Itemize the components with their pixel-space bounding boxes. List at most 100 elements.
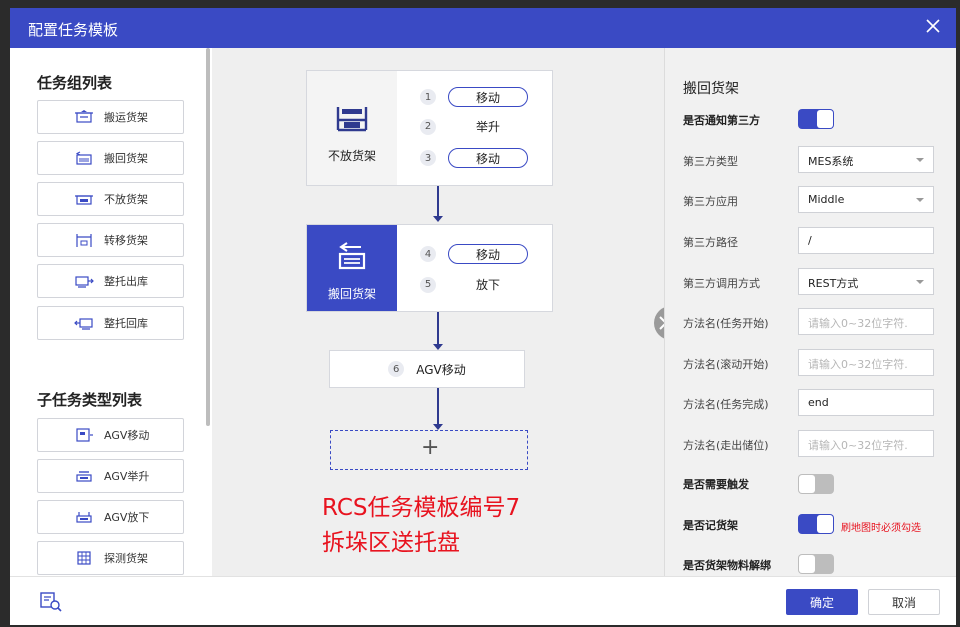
task-group-title: 任务组列表 xyxy=(37,74,113,92)
select-value: MES系统 xyxy=(808,155,854,168)
confirm-button[interactable]: 确定 xyxy=(786,589,858,615)
close-icon[interactable] xyxy=(924,17,942,35)
panel-title: 搬回货架 xyxy=(683,81,739,97)
select-value: Middle xyxy=(808,193,845,206)
field-label: 方法名(滚动开始) xyxy=(683,358,769,371)
annotation-line-2: 拆垛区送托盘 xyxy=(322,530,460,556)
toggle-knob xyxy=(799,555,815,573)
cancel-button[interactable]: 取消 xyxy=(868,589,940,615)
field-label: 方法名(任务开始) xyxy=(683,317,769,330)
properties-panel: 搬回货架 是否通知第三方 第三方类型 MES系统 第三方应用 Middle 第三… xyxy=(664,48,956,576)
group-button-transfer-shelf[interactable]: 转移货架 xyxy=(37,223,184,257)
record-shelf-toggle[interactable] xyxy=(798,514,834,534)
step-number: 4 xyxy=(420,246,436,262)
step-number: 3 xyxy=(420,150,436,166)
flow-connector xyxy=(437,312,439,344)
subtask-label: AGV放下 xyxy=(104,511,150,524)
pallet-out-icon xyxy=(75,276,94,288)
group-button-return-shelf[interactable]: 搬回货架 xyxy=(37,141,184,175)
subtask-button-agv-lift[interactable]: AGV举升 xyxy=(37,459,184,493)
subtask-button-agv-move[interactable]: AGV移动 xyxy=(37,418,184,452)
field-label: 第三方路径 xyxy=(683,236,738,249)
group-label: 不放货架 xyxy=(104,193,148,206)
flow-canvas: 不放货架 1 移动 2 举升 3 移动 搬回货架 4 移动 5 放下 6 AGV… xyxy=(212,48,664,576)
method-task-complete-input[interactable]: end xyxy=(798,389,934,416)
group-button-move-shelf[interactable]: 搬运货架 xyxy=(37,100,184,134)
left-panel: 任务组列表 搬运货架 搬回货架 不放货架 转移货架 整托出库 整托回库 子任务类… xyxy=(10,48,210,576)
method-task-start-input[interactable]: 请输入0~32位字符. xyxy=(798,308,934,335)
group-label: 转移货架 xyxy=(104,234,148,247)
flow-node-return-shelf[interactable]: 搬回货架 4 移动 5 放下 xyxy=(306,224,553,312)
input-placeholder: 请输入0~32位字符. xyxy=(808,358,908,371)
field-label: 第三方调用方式 xyxy=(683,277,760,290)
field-label: 方法名(任务完成) xyxy=(683,398,769,411)
step-pill[interactable]: 移动 xyxy=(448,87,528,107)
input-placeholder: 请输入0~32位字符. xyxy=(808,317,908,330)
toggle-knob xyxy=(817,110,833,128)
plus-icon: + xyxy=(421,435,440,460)
step-pill[interactable]: 移动 xyxy=(448,244,528,264)
toggle-knob xyxy=(799,475,815,493)
dropdown-caret-icon xyxy=(916,280,924,284)
shelf-return-icon xyxy=(75,151,92,165)
subtask-button-agv-drop[interactable]: AGV放下 xyxy=(37,500,184,534)
method-leave-location-input[interactable]: 请输入0~32位字符. xyxy=(798,430,934,457)
flow-step-1[interactable]: 1 移动 xyxy=(420,87,528,107)
subtask-label: 探测货架 xyxy=(104,552,148,565)
flow-step-3[interactable]: 3 移动 xyxy=(420,148,528,168)
left-scrollbar[interactable] xyxy=(206,48,210,426)
node-header: 不放货架 xyxy=(307,71,397,185)
third-party-call-method-select[interactable]: REST方式 xyxy=(798,268,934,295)
group-label: 整托出库 xyxy=(104,275,148,288)
method-scroll-start-input[interactable]: 请输入0~32位字符. xyxy=(798,349,934,376)
unbind-material-label: 是否货架物料解绑 xyxy=(683,559,771,572)
arrow-down-icon xyxy=(433,216,443,222)
notify-third-party-toggle[interactable] xyxy=(798,109,834,129)
node-label: AGV移动 xyxy=(416,362,466,377)
step-label: 举升 xyxy=(475,120,500,134)
notify-third-party-label: 是否通知第三方 xyxy=(683,114,760,127)
shelf-transfer-icon xyxy=(76,234,92,247)
third-party-type-select[interactable]: MES系统 xyxy=(798,146,934,173)
shelf-move-icon xyxy=(75,110,93,123)
shelf-detect-icon xyxy=(77,551,91,565)
step-number: 5 xyxy=(420,276,436,293)
field-label: 第三方应用 xyxy=(683,195,738,208)
subtask-button-shelf-detect[interactable]: 探测货架 xyxy=(37,541,184,575)
need-trigger-toggle[interactable] xyxy=(798,474,834,494)
group-button-keep-shelf[interactable]: 不放货架 xyxy=(37,182,184,216)
agv-drop-icon xyxy=(76,512,92,523)
node-header-active: 搬回货架 xyxy=(307,225,397,311)
shelf-return-icon xyxy=(338,242,366,270)
group-label: 搬回货架 xyxy=(104,152,148,165)
field-label: 方法名(走出储位) xyxy=(683,439,769,452)
flow-node-keep-shelf[interactable]: 不放货架 1 移动 2 举升 3 移动 xyxy=(306,70,553,186)
need-trigger-label: 是否需要触发 xyxy=(683,478,749,491)
shelf-keep-icon xyxy=(336,107,368,132)
record-shelf-label: 是否记货架 xyxy=(683,519,738,532)
record-shelf-note: 刷地图时必须勾选 xyxy=(841,523,921,534)
group-label: 整托回库 xyxy=(104,317,148,330)
subtask-label: AGV移动 xyxy=(104,429,150,442)
step-number: 2 xyxy=(420,118,436,135)
step-label: 放下 xyxy=(475,278,500,292)
dropdown-caret-icon xyxy=(916,198,924,202)
group-button-pallet-in[interactable]: 整托回库 xyxy=(37,306,184,340)
third-party-path-input[interactable]: / xyxy=(798,227,934,254)
input-value: end xyxy=(808,396,829,409)
flow-step-5[interactable]: 5 放下 xyxy=(420,276,528,293)
flow-node-agv-move[interactable]: 6 AGV移动 xyxy=(329,350,525,388)
third-party-app-select[interactable]: Middle xyxy=(798,186,934,213)
group-button-pallet-out[interactable]: 整托出库 xyxy=(37,264,184,298)
step-pill[interactable]: 移动 xyxy=(448,148,528,168)
flow-step-2[interactable]: 2 举升 xyxy=(420,118,528,135)
preview-search-icon[interactable] xyxy=(40,592,62,612)
agv-lift-icon xyxy=(76,471,92,482)
add-node-dropzone[interactable]: + xyxy=(330,430,528,470)
node-label: 搬回货架 xyxy=(327,287,376,301)
pallet-in-icon xyxy=(74,318,93,330)
flow-step-4[interactable]: 4 移动 xyxy=(420,244,528,264)
node-label: 不放货架 xyxy=(327,149,376,163)
group-label: 搬运货架 xyxy=(104,111,148,124)
unbind-material-toggle[interactable] xyxy=(798,554,834,574)
